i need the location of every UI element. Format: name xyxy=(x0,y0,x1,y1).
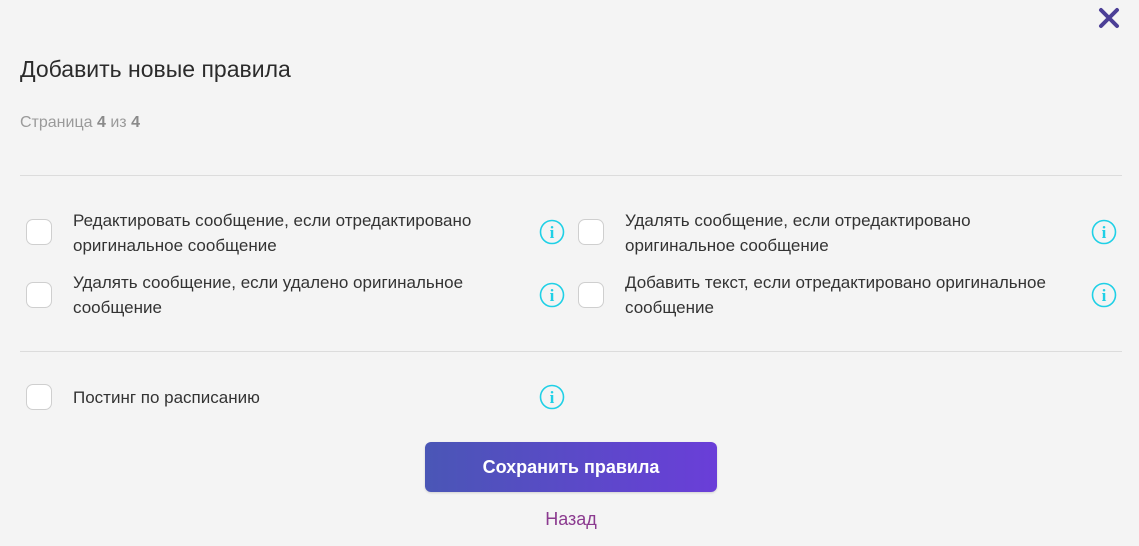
close-icon xyxy=(1099,8,1119,28)
rule-label: Добавить текст, если отредактировано ори… xyxy=(625,273,1046,317)
schedule-label: Постинг по расписанию xyxy=(73,388,260,407)
save-rules-button[interactable]: Сохранить правила xyxy=(425,442,717,492)
rule-append-text-on-original-edit: Добавить текст, если отредактировано ори… xyxy=(578,269,1117,323)
rule-checkbox[interactable] xyxy=(578,282,604,308)
info-icon[interactable]: i xyxy=(1091,282,1117,308)
back-link[interactable]: Назад xyxy=(520,509,622,530)
rule-label: Удалять сообщение, если отредактировано … xyxy=(625,211,971,255)
rule-checkbox[interactable] xyxy=(26,219,52,245)
rule-edit-on-original-edit: Редактировать сообщение, если отредактир… xyxy=(26,206,565,260)
svg-text:i: i xyxy=(550,223,555,242)
rule-checkbox[interactable] xyxy=(578,219,604,245)
top-divider xyxy=(20,175,1122,176)
info-icon[interactable]: i xyxy=(539,384,565,410)
dialog-title: Добавить новые правила xyxy=(20,56,291,82)
svg-text:i: i xyxy=(550,388,555,407)
page-indicator: Страница 4 из 4 xyxy=(20,114,140,132)
rule-label: Редактировать сообщение, если отредактир… xyxy=(73,211,472,255)
rule-delete-on-original-delete: Удалять сообщение, если удалено оригинал… xyxy=(26,269,565,323)
rule-scheduled-posting: Постинг по расписанию i xyxy=(26,384,565,438)
current-page: 4 xyxy=(96,114,106,131)
rule-delete-on-original-edit: Удалять сообщение, если отредактировано … xyxy=(578,206,1117,260)
page-prefix: Страница xyxy=(20,114,93,131)
info-icon[interactable]: i xyxy=(539,282,565,308)
schedule-checkbox[interactable] xyxy=(26,384,52,410)
total-pages: 4 xyxy=(131,114,140,131)
close-button[interactable] xyxy=(1097,6,1121,30)
svg-text:i: i xyxy=(550,286,555,305)
rule-checkbox[interactable] xyxy=(26,282,52,308)
middle-divider xyxy=(20,351,1122,352)
info-icon[interactable]: i xyxy=(1091,219,1117,245)
svg-text:i: i xyxy=(1102,223,1107,242)
page-separator: из xyxy=(110,114,127,131)
rule-label: Удалять сообщение, если удалено оригинал… xyxy=(73,273,464,317)
svg-text:i: i xyxy=(1102,286,1107,305)
info-icon[interactable]: i xyxy=(539,219,565,245)
